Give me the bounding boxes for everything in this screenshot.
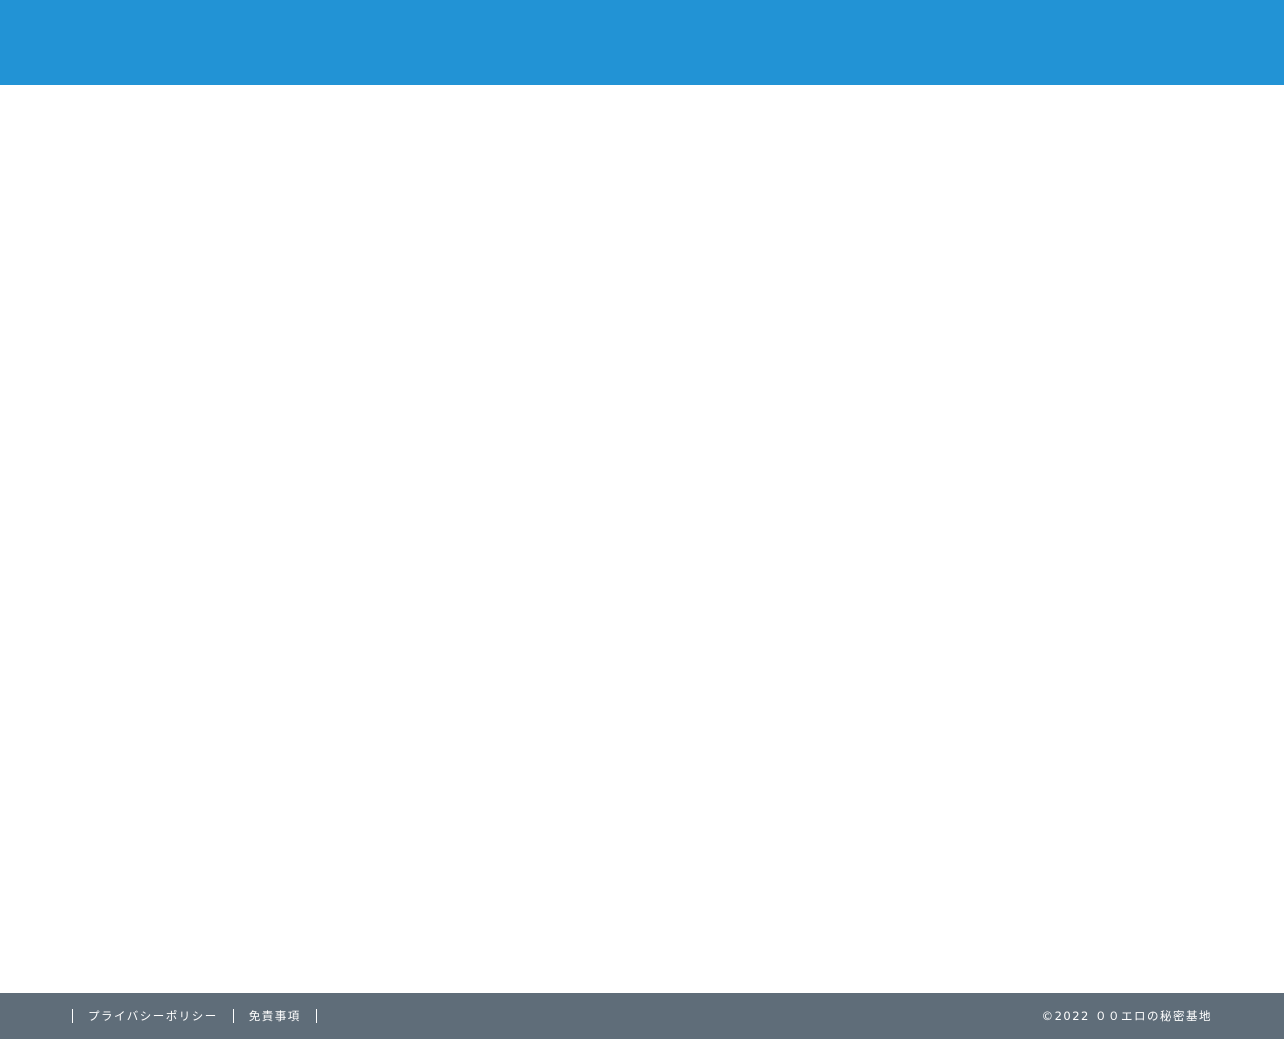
- footer-nav-item-privacy: プライバシーポリシー: [73, 1009, 234, 1023]
- main-content: [0, 85, 1284, 993]
- disclaimer-link[interactable]: 免責事項: [249, 1009, 301, 1023]
- footer-nav-item-disclaimer: 免責事項: [234, 1009, 317, 1023]
- footer-nav: プライバシーポリシー 免責事項: [72, 1009, 317, 1023]
- page: プライバシーポリシー 免責事項 ©2022 ００エロの秘密基地: [0, 0, 1284, 1039]
- privacy-policy-link[interactable]: プライバシーポリシー: [88, 1009, 218, 1023]
- copyright-text: ©2022 ００エロの秘密基地: [1041, 1009, 1212, 1023]
- site-header: [0, 0, 1284, 85]
- site-footer: プライバシーポリシー 免責事項 ©2022 ００エロの秘密基地: [0, 993, 1284, 1039]
